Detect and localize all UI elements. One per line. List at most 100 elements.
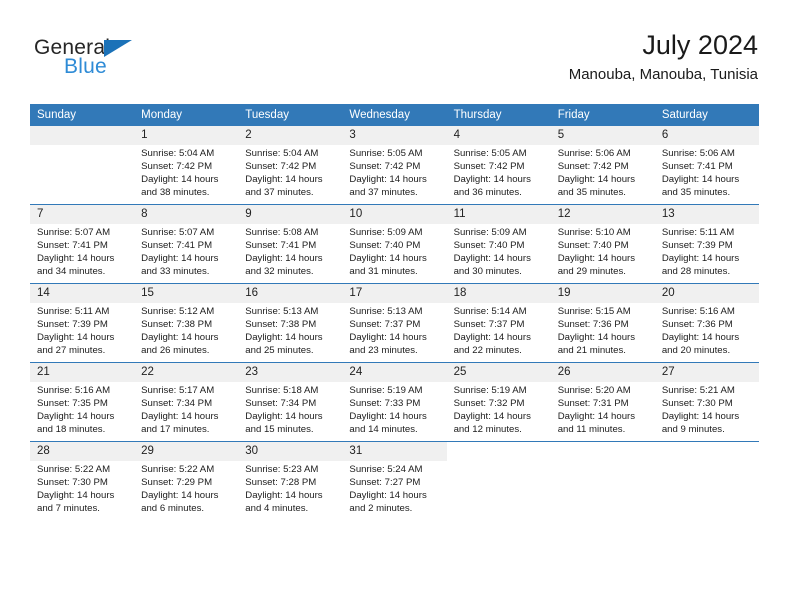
calendar-day-cell[interactable]: 11 Sunrise: 5:09 AM Sunset: 7:40 PM Dayligh… <box>446 204 551 284</box>
day-cell-content: 8 Sunrise: 5:07 AM Sunset: 7:41 PM Daylight… <box>134 205 239 283</box>
weekday-header-friday: Friday <box>550 104 655 126</box>
sunset-text: Sunset: 7:36 PM <box>557 318 629 330</box>
sunset-text: Sunset: 7:30 PM <box>37 476 108 488</box>
page-title: July 2024 <box>642 30 758 60</box>
calendar-day-cell[interactable]: 12 Sunrise: 5:10 AM Sunset: 7:40 PM Dayligh… <box>550 204 655 284</box>
day-cell-content: 9 Sunrise: 5:08 AM Sunset: 7:41 PM Daylight… <box>238 205 343 283</box>
daylight-text: Daylight: 14 hours and 37 minutes. <box>245 173 323 198</box>
daylight-text: Daylight: 14 hours and 34 minutes. <box>37 252 115 277</box>
day-cell-content: 11 Sunrise: 5:09 AM Sunset: 7:40 PM Dayligh… <box>446 205 551 283</box>
calendar-day-cell[interactable]: 16 Sunrise: 5:13 AM Sunset: 7:38 PM Dayligh… <box>238 283 343 363</box>
calendar-day-cell[interactable]: 31 Sunrise: 5:24 AM Sunset: 7:27 PM Dayligh… <box>342 441 447 520</box>
calendar-day-cell[interactable]: 18 Sunrise: 5:14 AM Sunset: 7:37 PM Dayligh… <box>446 283 551 363</box>
daylight-text: Daylight: 14 hours and 11 minutes. <box>557 410 636 435</box>
calendar-day-cell[interactable]: 19 Sunrise: 5:15 AM Sunset: 7:36 PM Dayligh… <box>550 283 655 363</box>
daylight-text: Daylight: 14 hours and 31 minutes. <box>349 252 427 277</box>
day-number: 11 <box>446 205 551 224</box>
day-number: 6 <box>654 126 759 145</box>
daylight-text: Daylight: 14 hours and 6 minutes. <box>141 489 219 514</box>
day-cell-content: 14 Sunrise: 5:11 AM Sunset: 7:39 PM Dayligh… <box>30 284 135 362</box>
day-number: 31 <box>342 442 447 461</box>
sunrise-text: Sunrise: 5:15 AM <box>557 306 631 317</box>
calendar-day-cell[interactable]: 13 Sunrise: 5:11 AM Sunset: 7:39 PM Dayligh… <box>654 204 759 284</box>
sunset-text: Sunset: 7:40 PM <box>349 239 421 251</box>
sunset-text: Sunset: 7:38 PM <box>245 318 317 330</box>
calendar-day-cell[interactable]: 7 Sunrise: 5:07 AM Sunset: 7:41 PM Daylight… <box>30 204 135 284</box>
weekday-header-monday: Monday <box>134 104 239 126</box>
sunrise-text: Sunrise: 5:05 AM <box>349 148 423 159</box>
day-number: 1 <box>134 126 239 145</box>
daylight-text: Daylight: 14 hours and 28 minutes. <box>661 252 740 277</box>
calendar-day-cell[interactable]: 26 Sunrise: 5:20 AM Sunset: 7:31 PM Dayligh… <box>550 362 655 442</box>
calendar-week-row: 14 Sunrise: 5:11 AM Sunset: 7:39 PM Dayligh… <box>30 283 759 363</box>
calendar-day-cell[interactable]: 17 Sunrise: 5:13 AM Sunset: 7:37 PM Dayligh… <box>342 283 447 363</box>
sunset-text: Sunset: 7:42 PM <box>141 160 213 172</box>
calendar-day-cell[interactable]: 3 Sunrise: 5:05 AM Sunset: 7:42 PM Daylight… <box>342 126 447 205</box>
sunrise-text: Sunrise: 5:12 AM <box>141 306 215 317</box>
calendar-empty-cell <box>550 441 655 520</box>
calendar-day-cell[interactable]: 20 Sunrise: 5:16 AM Sunset: 7:36 PM Dayligh… <box>654 283 759 363</box>
daylight-text: Daylight: 14 hours and 2 minutes. <box>349 489 427 514</box>
sunrise-text: Sunrise: 5:14 AM <box>453 306 527 317</box>
day-number: 25 <box>446 363 551 382</box>
calendar-day-cell[interactable]: 29 Sunrise: 5:22 AM Sunset: 7:29 PM Dayligh… <box>134 441 239 520</box>
daylight-text: Daylight: 14 hours and 33 minutes. <box>141 252 219 277</box>
calendar-day-cell[interactable]: 22 Sunrise: 5:17 AM Sunset: 7:34 PM Dayligh… <box>134 362 239 442</box>
calendar-day-cell[interactable]: 15 Sunrise: 5:12 AM Sunset: 7:38 PM Dayligh… <box>134 283 239 363</box>
sunset-text: Sunset: 7:38 PM <box>141 318 213 330</box>
calendar-day-cell[interactable]: 27 Sunrise: 5:21 AM Sunset: 7:30 PM Dayligh… <box>654 362 759 442</box>
daylight-text: Daylight: 14 hours and 35 minutes. <box>557 173 636 198</box>
sunset-text: Sunset: 7:39 PM <box>661 239 733 251</box>
sunset-text: Sunset: 7:28 PM <box>245 476 317 488</box>
calendar-day-cell[interactable]: 2 Sunrise: 5:04 AM Sunset: 7:42 PM Daylight… <box>238 126 343 205</box>
day-number: 3 <box>342 126 447 145</box>
calendar-day-cell[interactable]: 1 Sunrise: 5:04 AM Sunset: 7:42 PM Daylight… <box>134 126 239 205</box>
day-cell-content: 31 Sunrise: 5:24 AM Sunset: 7:27 PM Dayligh… <box>342 442 447 520</box>
sunset-text: Sunset: 7:36 PM <box>661 318 733 330</box>
daylight-text: Daylight: 14 hours and 7 minutes. <box>37 489 115 514</box>
day-cell-content: 19 Sunrise: 5:15 AM Sunset: 7:36 PM Dayligh… <box>550 284 655 362</box>
calendar-day-cell[interactable]: 25 Sunrise: 5:19 AM Sunset: 7:32 PM Dayligh… <box>446 362 551 442</box>
calendar-day-cell[interactable]: 10 Sunrise: 5:09 AM Sunset: 7:40 PM Dayligh… <box>342 204 447 284</box>
daylight-text: Daylight: 14 hours and 15 minutes. <box>245 410 323 435</box>
sunrise-text: Sunrise: 5:08 AM <box>245 227 319 238</box>
sunset-text: Sunset: 7:42 PM <box>245 160 317 172</box>
day-number: 9 <box>238 205 343 224</box>
sunrise-text: Sunrise: 5:17 AM <box>141 385 215 396</box>
calendar-day-cell[interactable]: 14 Sunrise: 5:11 AM Sunset: 7:39 PM Dayligh… <box>30 283 135 363</box>
weekday-header-row: Sunday Monday Tuesday Wednesday Thursday Frid… <box>30 104 759 126</box>
day-number: 27 <box>654 363 759 382</box>
calendar-day-cell[interactable]: 24 Sunrise: 5:19 AM Sunset: 7:33 PM Dayligh… <box>342 362 447 442</box>
day-cell-content: 23 Sunrise: 5:18 AM Sunset: 7:34 PM Dayligh… <box>238 363 343 441</box>
calendar-day-cell[interactable]: 30 Sunrise: 5:23 AM Sunset: 7:28 PM Dayligh… <box>238 441 343 520</box>
calendar-day-cell[interactable]: 5 Sunrise: 5:06 AM Sunset: 7:42 PM Daylight… <box>550 126 655 205</box>
calendar-day-cell[interactable]: 8 Sunrise: 5:07 AM Sunset: 7:41 PM Daylight… <box>134 204 239 284</box>
day-cell-content: 25 Sunrise: 5:19 AM Sunset: 7:32 PM Dayligh… <box>446 363 551 441</box>
day-cell-content: 26 Sunrise: 5:20 AM Sunset: 7:31 PM Dayligh… <box>550 363 655 441</box>
daylight-text: Daylight: 14 hours and 37 minutes. <box>349 173 427 198</box>
day-cell-content: 28 Sunrise: 5:22 AM Sunset: 7:30 PM Dayligh… <box>30 442 135 520</box>
daylight-text: Daylight: 14 hours and 22 minutes. <box>453 331 531 356</box>
calendar-week-row: 21 Sunrise: 5:16 AM Sunset: 7:35 PM Dayligh… <box>30 362 759 442</box>
sunrise-text: Sunrise: 5:19 AM <box>453 385 527 396</box>
day-info: Sunrise: 5:07 AM Sunset: 7:41 PM Daylight:… <box>30 224 134 279</box>
day-cell-content: 16 Sunrise: 5:13 AM Sunset: 7:38 PM Dayligh… <box>238 284 343 362</box>
calendar-day-cell[interactable]: 21 Sunrise: 5:16 AM Sunset: 7:35 PM Dayligh… <box>30 362 135 442</box>
day-number <box>655 442 759 461</box>
day-info: Sunrise: 5:06 AM Sunset: 7:42 PM Daylight:… <box>551 145 655 200</box>
sunrise-text: Sunrise: 5:22 AM <box>141 464 215 475</box>
calendar-day-cell[interactable]: 23 Sunrise: 5:18 AM Sunset: 7:34 PM Dayligh… <box>238 362 343 442</box>
calendar-empty-cell <box>446 441 551 520</box>
sunrise-text: Sunrise: 5:16 AM <box>37 385 111 396</box>
day-info: Sunrise: 5:15 AM Sunset: 7:36 PM Daylight:… <box>551 303 655 358</box>
weekday-header-thursday: Thursday <box>446 104 551 126</box>
calendar-day-cell[interactable]: 6 Sunrise: 5:06 AM Sunset: 7:41 PM Daylight… <box>654 126 759 205</box>
weekday-header-sunday: Sunday <box>30 104 135 126</box>
sunrise-text: Sunrise: 5:13 AM <box>245 306 319 317</box>
day-info: Sunrise: 5:22 AM Sunset: 7:29 PM Daylight:… <box>134 461 238 516</box>
calendar-day-cell[interactable]: 28 Sunrise: 5:22 AM Sunset: 7:30 PM Dayligh… <box>30 441 135 520</box>
day-info: Sunrise: 5:11 AM Sunset: 7:39 PM Daylight:… <box>30 303 134 358</box>
calendar-day-cell[interactable]: 9 Sunrise: 5:08 AM Sunset: 7:41 PM Daylight… <box>238 204 343 284</box>
page-subtitle: Manouba, Manouba, Tunisia <box>568 66 758 83</box>
calendar-day-cell[interactable]: 4 Sunrise: 5:05 AM Sunset: 7:42 PM Daylight… <box>446 126 551 205</box>
